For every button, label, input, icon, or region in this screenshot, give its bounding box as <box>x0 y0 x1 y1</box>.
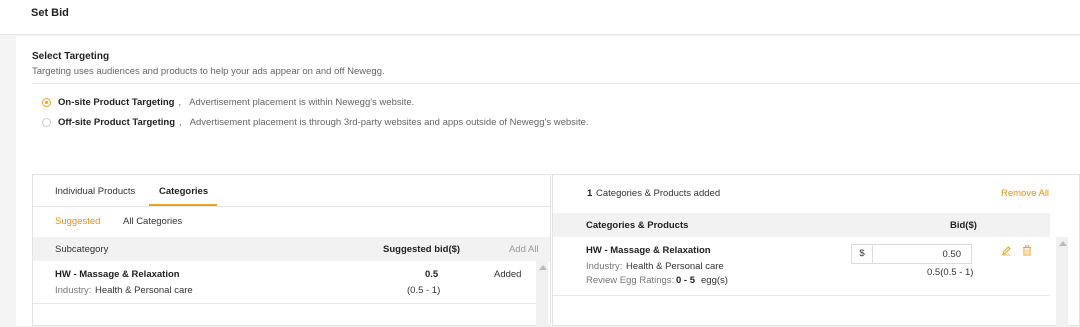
radio-label: Off-site Product Targeting <box>58 117 175 128</box>
category-subtabs: Suggested All Categories <box>33 206 550 237</box>
column-header-bid: Bid($) <box>950 220 977 231</box>
rating-value: 0 - 5 <box>676 275 696 286</box>
radio-description: Advertisement placement is through 3rd-p… <box>189 117 589 128</box>
column-header-subcategory: Subcategory <box>55 244 109 255</box>
radio-button-selected[interactable] <box>42 98 51 107</box>
category-name: HW - Massage & Relaxation <box>55 269 180 280</box>
edit-icon[interactable] <box>1001 245 1012 256</box>
radio-button[interactable] <box>42 118 51 127</box>
row-divider <box>33 303 536 304</box>
page-title: Set Bid <box>31 7 69 19</box>
scroll-up-arrow-icon[interactable] <box>539 265 547 270</box>
subtab-suggested[interactable]: Suggested <box>55 216 100 227</box>
suggested-categories-panel: Individual Products Categories Suggested… <box>32 174 551 327</box>
table-header: Subcategory Suggested bid($) Add All <box>33 237 550 261</box>
industry-value: Health & Personal care <box>95 285 193 296</box>
add-all-button[interactable]: Add All <box>509 244 539 255</box>
bid-range: 0.5(0.5 - 1) <box>927 267 974 278</box>
left-scrollbar[interactable] <box>536 261 548 327</box>
column-header-categories-products: Categories & Products <box>586 220 689 231</box>
remove-all-button[interactable]: Remove All <box>1001 188 1049 199</box>
radio-offsite-targeting[interactable]: Off-site Product Targeting , Advertiseme… <box>42 117 589 128</box>
bid-input-group: $ <box>851 244 972 264</box>
section-divider <box>32 83 1080 84</box>
industry-label: Industry: <box>586 261 623 272</box>
targeting-description: Targeting uses audiences and products to… <box>32 66 385 77</box>
page-header: Set Bid <box>0 0 1080 35</box>
delete-icon[interactable] <box>1022 245 1032 256</box>
scroll-up-arrow-icon[interactable] <box>1059 241 1067 246</box>
right-scrollbar[interactable] <box>1056 237 1068 327</box>
column-header-suggested-bid: Suggested bid($) <box>383 244 461 255</box>
product-tabs: Individual Products Categories <box>33 175 550 207</box>
category-name: HW - Massage & Relaxation <box>586 245 711 256</box>
added-summary-text: Categories & Products added <box>596 188 721 199</box>
radio-description: Advertisement placement is within Newegg… <box>189 97 415 108</box>
rating-unit: egg(s) <box>701 275 728 286</box>
added-count: 1 <box>587 188 593 199</box>
added-table-header: Categories & Products Bid($) <box>553 213 1050 237</box>
tab-categories[interactable]: Categories <box>159 186 208 197</box>
row-divider <box>553 295 1050 296</box>
added-status: Added <box>494 269 522 280</box>
radio-onsite-targeting[interactable]: On-site Product Targeting , Advertisemen… <box>42 97 414 108</box>
bid-input[interactable] <box>873 245 961 263</box>
currency-symbol: $ <box>852 245 873 263</box>
rating-label: Review Egg Ratings: <box>586 275 675 286</box>
added-items-panel: 1 Categories & Products added Remove All… <box>552 174 1080 327</box>
industry-value: Health & Personal care <box>626 261 724 272</box>
tab-individual-products[interactable]: Individual Products <box>55 186 135 197</box>
targeting-title: Select Targeting <box>32 51 110 62</box>
radio-label: On-site Product Targeting <box>58 97 175 108</box>
suggested-bid-value: 0.5 <box>425 269 439 280</box>
industry-label: Industry: <box>55 285 92 296</box>
suggested-bid-range: (0.5 - 1) <box>407 285 441 296</box>
subtab-all-categories[interactable]: All Categories <box>123 216 182 227</box>
